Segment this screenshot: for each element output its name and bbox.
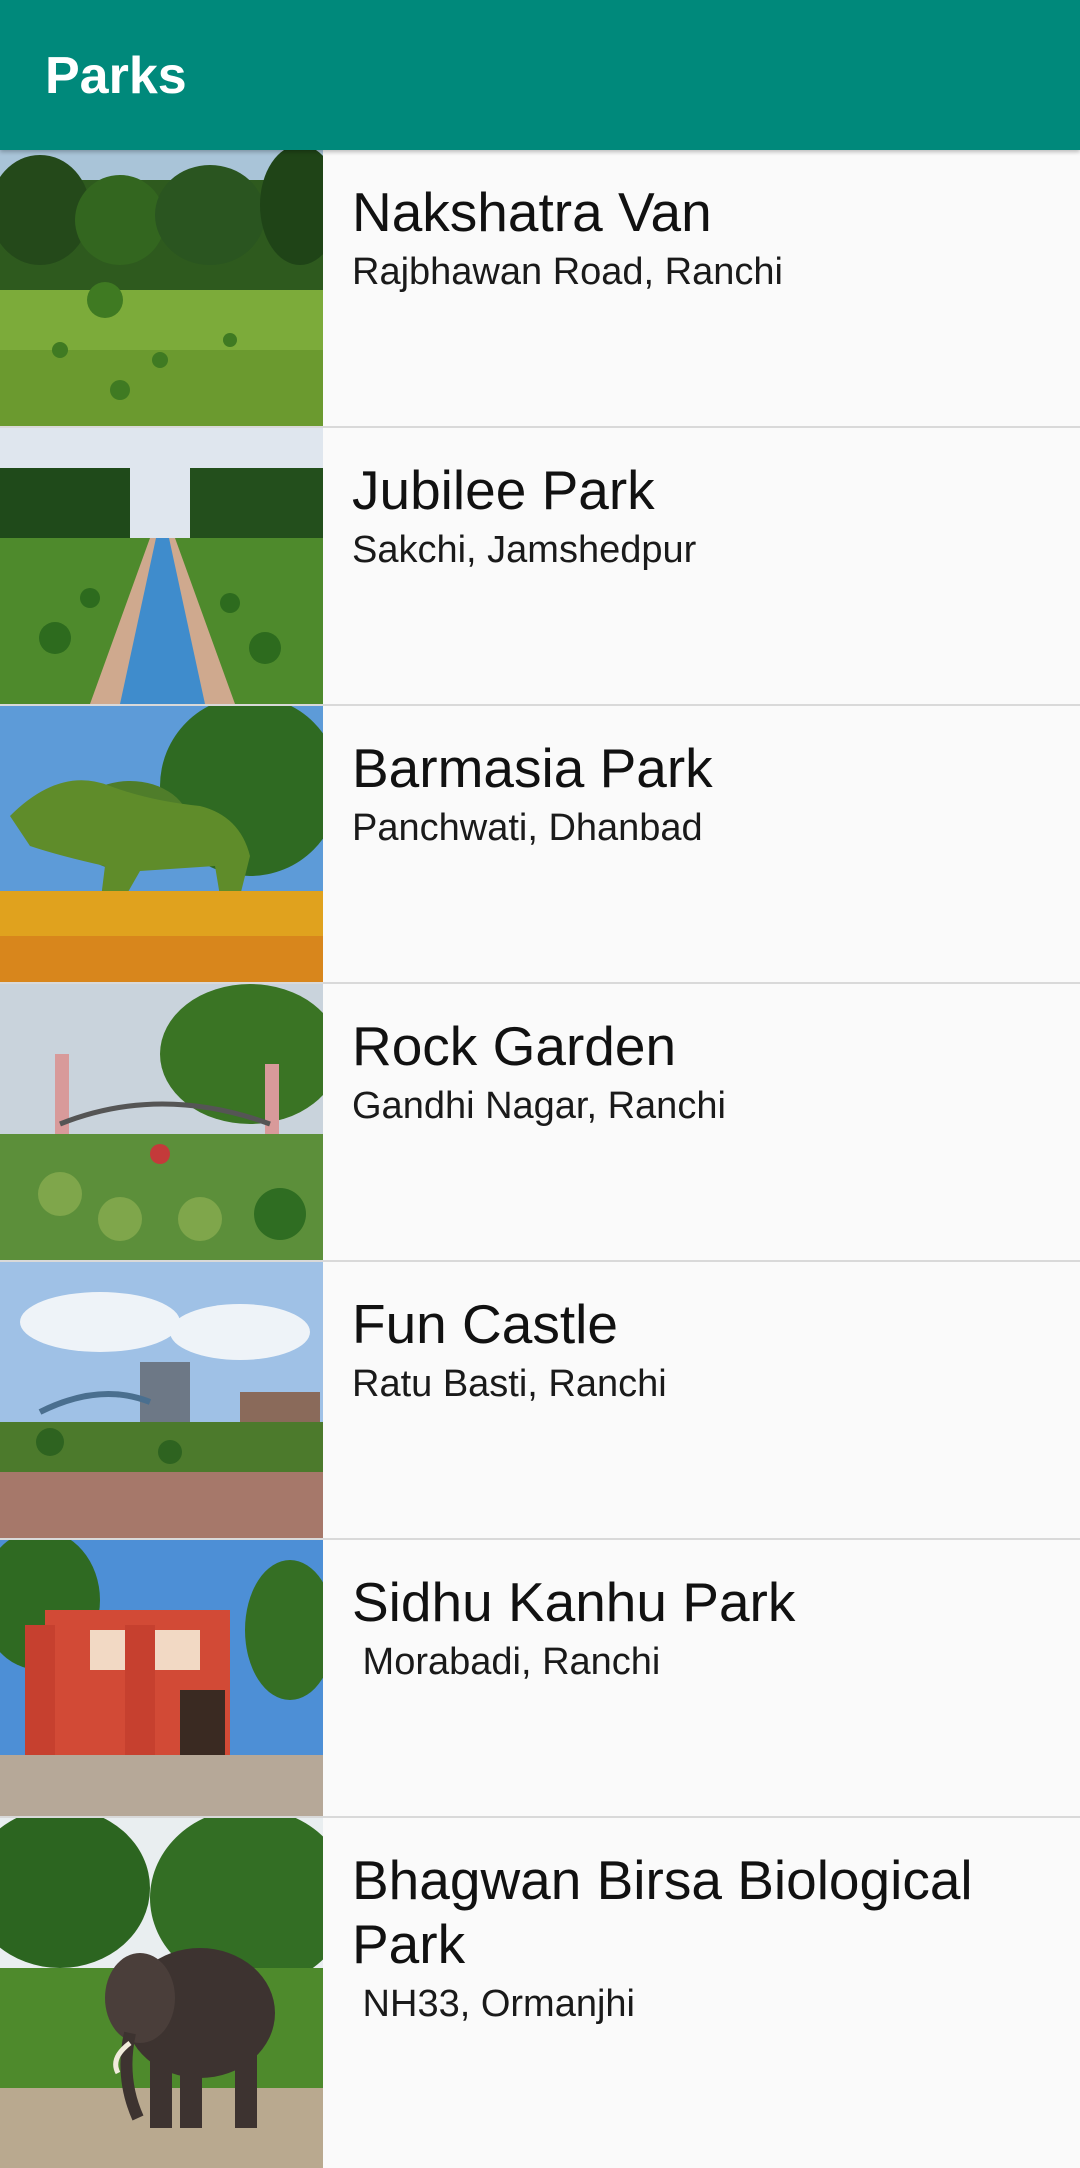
park-name: Sidhu Kanhu Park	[352, 1571, 796, 1633]
park-name: Fun Castle	[352, 1293, 618, 1355]
park-location: NH33, Ormanjhi	[352, 1983, 635, 2025]
park-name: Bhagwan Birsa Biological Park	[352, 1849, 973, 1975]
park-location: Panchwati, Dhanbad	[352, 807, 703, 849]
park-name: Jubilee Park	[352, 459, 655, 521]
park-location: Rajbhawan Road, Ranchi	[352, 251, 783, 293]
page-title: Parks	[45, 47, 187, 105]
park-photo	[0, 984, 323, 1260]
park-list-item[interactable]: Rock Garden Gandhi Nagar, Ranchi	[0, 984, 1080, 1262]
park-list-item[interactable]: Barmasia Park Panchwati, Dhanbad	[0, 706, 1080, 984]
park-photo	[0, 706, 323, 982]
park-name: Barmasia Park	[352, 737, 713, 799]
park-location: Ratu Basti, Ranchi	[352, 1363, 667, 1405]
park-list-item[interactable]: Bhagwan Birsa Biological Park NH33, Orma…	[0, 1818, 1080, 2168]
park-photo	[0, 150, 323, 426]
park-list-item[interactable]: Sidhu Kanhu Park Morabadi, Ranchi	[0, 1540, 1080, 1818]
park-location: Morabadi, Ranchi	[352, 1641, 661, 1683]
park-location: Sakchi, Jamshedpur	[352, 529, 697, 571]
park-photo	[0, 1262, 323, 1538]
park-photo	[0, 1818, 323, 2168]
app-bar: Parks	[0, 0, 1080, 150]
park-name: Rock Garden	[352, 1015, 677, 1077]
park-list-item[interactable]: Nakshatra Van Rajbhawan Road, Ranchi	[0, 150, 1080, 428]
park-photo	[0, 428, 323, 704]
park-name: Nakshatra Van	[352, 181, 712, 243]
park-photo	[0, 1540, 323, 1816]
park-list-item[interactable]: Jubilee Park Sakchi, Jamshedpur	[0, 428, 1080, 706]
park-location: Gandhi Nagar, Ranchi	[352, 1085, 726, 1127]
parks-list[interactable]: Nakshatra Van Rajbhawan Road, Ranchi Jub…	[0, 150, 1080, 2168]
park-list-item[interactable]: Fun Castle Ratu Basti, Ranchi	[0, 1262, 1080, 1540]
